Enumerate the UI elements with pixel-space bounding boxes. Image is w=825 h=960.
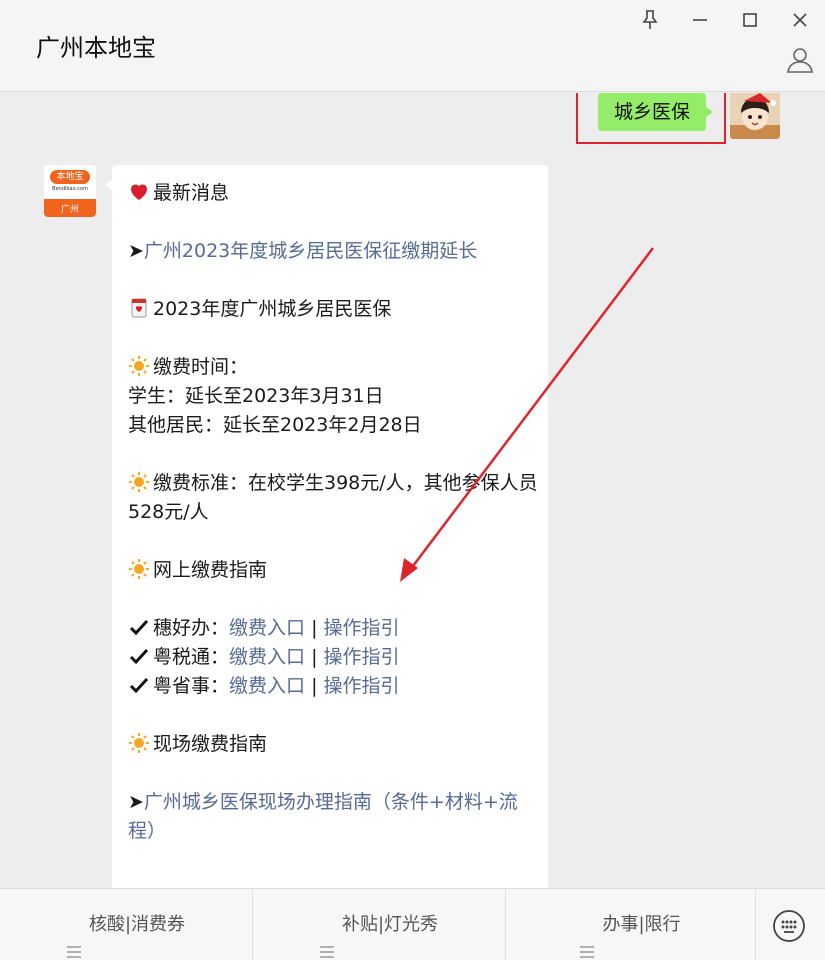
bot-avatar-logo-text: 本地宝 xyxy=(50,170,90,184)
outgoing-message-bubble[interactable]: 城乡医保 xyxy=(598,93,714,131)
sun-icon xyxy=(128,355,150,377)
student-time: 学生：延长至2023年3月31日 xyxy=(128,385,384,407)
menu-label: 核酸|消费券 xyxy=(88,914,186,935)
bot-avatar[interactable]: 本地宝 Bendibao.com 广州 xyxy=(44,165,96,217)
channel-name: 穗好办： xyxy=(153,617,230,639)
menu-lines-icon xyxy=(580,917,595,958)
link-separator: | xyxy=(305,675,324,697)
menu-item-services[interactable]: 办事|限行 xyxy=(506,889,756,960)
menu-lines-icon xyxy=(66,917,81,958)
bot-avatar-domain: Bendibao.com xyxy=(52,186,88,192)
menu-lines-icon xyxy=(319,917,334,958)
user-avatar[interactable] xyxy=(730,93,780,139)
bottom-menu: 核酸|消费券 补贴|灯光秀 办事|限行 xyxy=(0,888,825,960)
guide-link[interactable]: 操作指引 xyxy=(324,646,400,668)
pay-entry-link[interactable]: 缴费入口 xyxy=(229,646,305,668)
menu-label: 补贴|灯光秀 xyxy=(341,914,439,935)
pin-icon[interactable] xyxy=(638,8,662,32)
title-bar: 广州本地宝 xyxy=(0,0,825,92)
channel-name: 粤税通： xyxy=(153,646,230,668)
profile-icon[interactable] xyxy=(784,44,816,76)
channel-name: 粤省事： xyxy=(153,675,230,697)
channel-row: 粤省事：缴费入口 | 操作指引 xyxy=(128,672,538,701)
onsite-arrow: ➤ xyxy=(128,791,144,813)
pay-entry-link[interactable]: 缴费入口 xyxy=(229,675,305,697)
heart-icon xyxy=(128,181,150,203)
pay-entry-link[interactable]: 缴费入口 xyxy=(229,617,305,639)
minimize-icon[interactable] xyxy=(688,8,712,32)
section1-title: 2023年度广州城乡居民医保 xyxy=(153,298,392,320)
close-icon[interactable] xyxy=(788,8,812,32)
menu-item-nucleic[interactable]: 核酸|消费券 xyxy=(0,889,253,960)
onsite-link[interactable]: 广州城乡医保现场办理指南（条件+材料+流程） xyxy=(128,791,518,842)
bot-avatar-city: 广州 xyxy=(60,205,79,215)
check-icon xyxy=(128,645,150,667)
calendar-icon xyxy=(128,297,150,319)
sun-icon xyxy=(128,732,150,754)
menu-label: 办事|限行 xyxy=(602,914,681,935)
other-time: 其他居民：延长至2023年2月28日 xyxy=(128,414,422,436)
guide-link[interactable]: 操作指引 xyxy=(324,675,400,697)
channel-row: 粤税通：缴费入口 | 操作指引 xyxy=(128,643,538,672)
onsite-guide-title: 现场缴费指南 xyxy=(153,733,268,755)
news-link[interactable]: 广州2023年度城乡居民医保征缴期延长 xyxy=(144,240,477,262)
chat-area[interactable]: 城乡医保 本地宝 Bendibao.com 广州 最新消息 ➤广州2023年度城… xyxy=(0,93,825,888)
news-arrow: ➤ xyxy=(128,240,144,262)
incoming-message-bubble[interactable]: 最新消息 ➤广州2023年度城乡居民医保征缴期延长 2023年度广州城乡居民医保… xyxy=(105,165,548,888)
guide-link[interactable]: 操作指引 xyxy=(324,617,400,639)
online-guide-title: 网上缴费指南 xyxy=(153,559,268,581)
menu-item-subsidy[interactable]: 补贴|灯光秀 xyxy=(253,889,506,960)
message-heading: 最新消息 xyxy=(153,182,230,204)
maximize-icon[interactable] xyxy=(738,8,762,32)
check-icon xyxy=(128,674,150,696)
pay-time-label: 缴费时间： xyxy=(153,356,249,378)
pay-standard: 缴费标准：在校学生398元/人，其他参保人员528元/人 xyxy=(128,472,538,523)
sun-icon xyxy=(128,558,150,580)
link-separator: | xyxy=(305,646,324,668)
check-icon xyxy=(128,616,150,638)
chat-title: 广州本地宝 xyxy=(36,34,156,62)
sun-icon xyxy=(128,471,150,493)
channel-row: 穗好办：缴费入口 | 操作指引 xyxy=(128,614,538,643)
keyboard-icon[interactable] xyxy=(772,909,806,943)
link-separator: | xyxy=(305,617,324,639)
